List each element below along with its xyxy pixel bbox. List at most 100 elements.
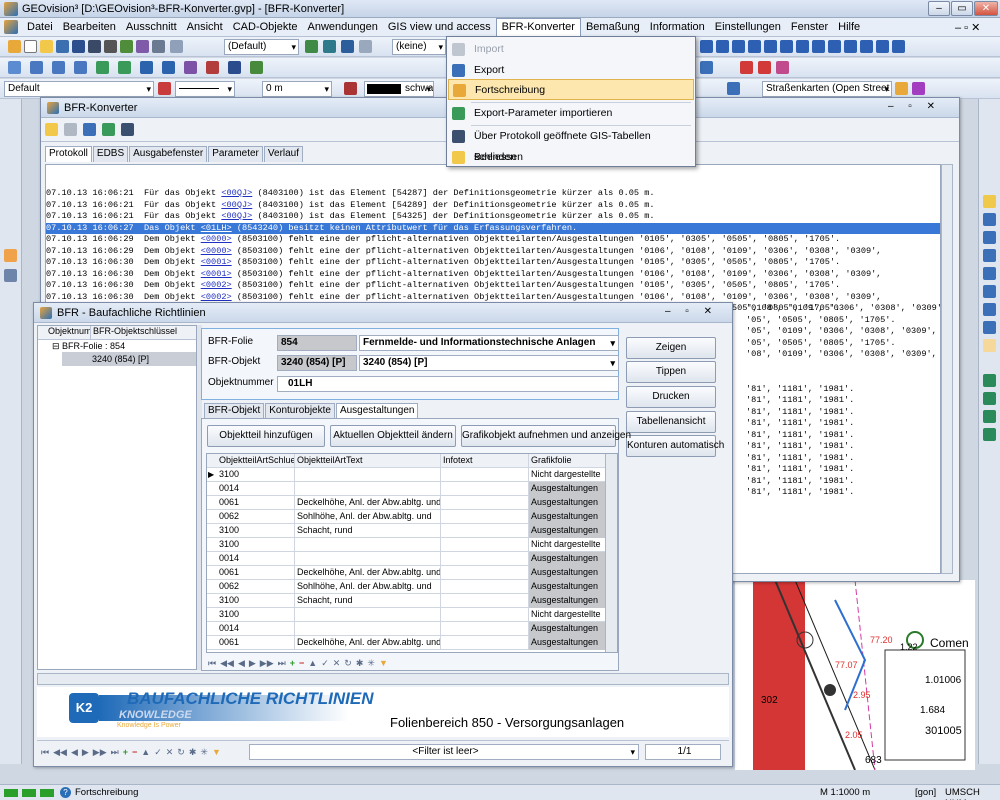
table-cell[interactable] [441,580,529,594]
tab-parameter[interactable]: Parameter [208,146,263,162]
circle-icon[interactable] [96,61,109,74]
table-cell[interactable]: 0061 [217,636,295,650]
document-icon[interactable] [4,20,18,34]
table-cell[interactable]: 3100 [217,468,295,482]
color-combo[interactable]: schwarz [364,81,434,97]
menu-einstellungen[interactable]: Einstellungen [710,19,786,36]
tool-a5-icon[interactable] [764,40,777,53]
rec-check-icon[interactable]: ✓ [154,747,162,758]
menu-fenster[interactable]: Fenster [786,19,833,36]
save-all-icon[interactable] [88,40,101,53]
table-cell[interactable]: 3100 [217,594,295,608]
table-cell[interactable]: Ausgestaltungen [529,524,611,538]
table-cell[interactable] [441,622,529,636]
pencil-icon[interactable] [8,40,21,53]
grid-up-icon[interactable]: ▲ [308,658,317,668]
tree-col-schluessel[interactable]: BFR-Objektschlüssel [91,326,177,339]
grid-add-icon[interactable]: + [290,658,295,668]
objektteil-aendern-button[interactable]: Aktuellen Objektteil ändern [330,425,456,447]
zoom-icon[interactable] [56,40,69,53]
log-line[interactable]: 07.10.13 16:06:21 Für das Objekt <00QJ> … [46,200,940,212]
table-icon[interactable] [228,61,241,74]
point-icon[interactable] [8,61,21,74]
menu-item-export[interactable]: Export [448,60,694,81]
log-line[interactable]: 07.10.13 16:06:30 Dem Objekt <0001> (850… [46,269,940,281]
table-cell[interactable]: Schacht, rund [295,594,441,608]
filter-combo[interactable]: <Filter ist leer> [249,744,639,760]
grid-next-icon[interactable]: ▶ [249,658,256,669]
table-cell[interactable]: Nicht dargestellte [529,608,611,622]
table-row[interactable]: 3100 Schacht, rund Ausgestaltungen [207,524,617,538]
layer-edit-icon[interactable] [323,40,336,53]
tool-a12-icon[interactable] [876,40,889,53]
table-cell[interactable]: Schacht, rund [295,524,441,538]
rec-add-icon[interactable]: + [123,747,128,757]
table-row[interactable]: 3100 Nicht dargestellte [207,608,617,622]
line-icon[interactable] [30,61,43,74]
tab-bfr-objekt[interactable]: BFR-Objekt [204,403,265,419]
minimize-button[interactable]: – [928,1,950,16]
table-row[interactable]: 0014 Ausgestaltungen [207,482,617,496]
tool-a3-icon[interactable] [732,40,745,53]
tab-verlauf[interactable]: Verlauf [263,146,304,162]
rec-cancel-icon[interactable]: ✕ [166,747,174,758]
menu-bearbeiten[interactable]: Bearbeiten [58,19,121,36]
menu-hilfe[interactable]: Hilfe [833,19,865,36]
arc-icon[interactable] [74,61,87,74]
tippen-button[interactable]: Tippen [626,361,716,383]
print-preview-icon[interactable] [104,40,117,53]
log-object-link[interactable]: <0000> [201,246,232,256]
table-cell[interactable]: Deckelhöhe, Anl. der Abw.abltg. und [295,636,441,650]
log-object-link[interactable]: <0001> [201,269,232,279]
table-cell[interactable] [441,538,529,552]
map-settings-icon[interactable] [727,82,740,95]
objektnummer-field[interactable]: 01LH [277,376,619,392]
table-cell[interactable] [441,524,529,538]
table-cell[interactable] [441,510,529,524]
tab-edbs[interactable]: EDBS [92,146,129,162]
log-object-link[interactable]: <01LH> [201,223,232,233]
log-object-link[interactable]: <00QJ> [221,200,252,210]
pen-icon[interactable] [344,82,357,95]
table-row[interactable]: 3100 Nicht dargestellte [207,538,617,552]
log-object-link[interactable]: <0001> [201,257,232,267]
table-cell[interactable] [441,552,529,566]
zoom-next-icon[interactable] [983,285,996,298]
h-scrollbar[interactable] [37,673,729,685]
rec-star-icon[interactable]: ✱ [189,747,197,758]
snap-icon[interactable] [700,61,713,74]
menu-bfr-konverter[interactable]: BFR-Konverter [495,18,581,36]
tool-a11-icon[interactable] [860,40,873,53]
objektteil-hinzufuegen-button[interactable]: Objektteil hinzufügen [207,425,325,447]
symbol-icon[interactable] [140,61,153,74]
table-cell[interactable]: Nicht dargestellte [529,468,611,482]
map-source-combo[interactable]: Straßenkarten (Open Street M [762,81,892,97]
table-cell[interactable] [295,482,441,496]
rec-up-icon[interactable]: ▲ [141,747,150,757]
table-cell[interactable]: 0062 [217,510,295,524]
log-line[interactable]: 07.10.13 16:06:30 Dem Objekt <0002> (850… [46,280,940,292]
zoom-window-icon[interactable] [983,231,996,244]
grid-icon[interactable] [250,61,263,74]
map-style-icon[interactable] [912,82,925,95]
menu-item-fortschreibung[interactable]: Fortschreibung [448,79,694,100]
menu-item-param-import[interactable]: Export-Parameter importieren [448,103,694,124]
table-cell[interactable]: Ausgestaltungen [529,636,611,650]
log-object-link[interactable]: <0000> [201,234,232,244]
log-object-link[interactable]: <0002> [201,280,232,290]
nav-left-icon[interactable] [983,410,996,423]
folie-combo[interactable]: Fernmelde- und Informationstechnische An… [359,335,619,351]
exit-icon[interactable] [45,123,58,136]
log-line[interactable]: 07.10.13 16:06:29 Dem Objekt <0000> (850… [46,234,940,246]
table-cell[interactable]: Sohlhöhe, Anl. der Abw.abltg. und [295,580,441,594]
table-row[interactable]: 0014 Ausgestaltungen [207,552,617,566]
table-cell[interactable]: Ausgestaltungen [529,580,611,594]
drucken-button[interactable]: Drucken [626,386,716,408]
grid-column-header[interactable]: Grafikfolie [529,454,611,468]
polyline-icon[interactable] [52,61,65,74]
rec-refresh-icon[interactable]: ↻ [177,747,185,758]
table-cell[interactable]: 0061 [217,496,295,510]
table-cell[interactable]: Ausgestaltungen [529,482,611,496]
table-cell[interactable]: Ausgestaltungen [529,622,611,636]
grid-delete-icon[interactable]: − [299,658,304,668]
